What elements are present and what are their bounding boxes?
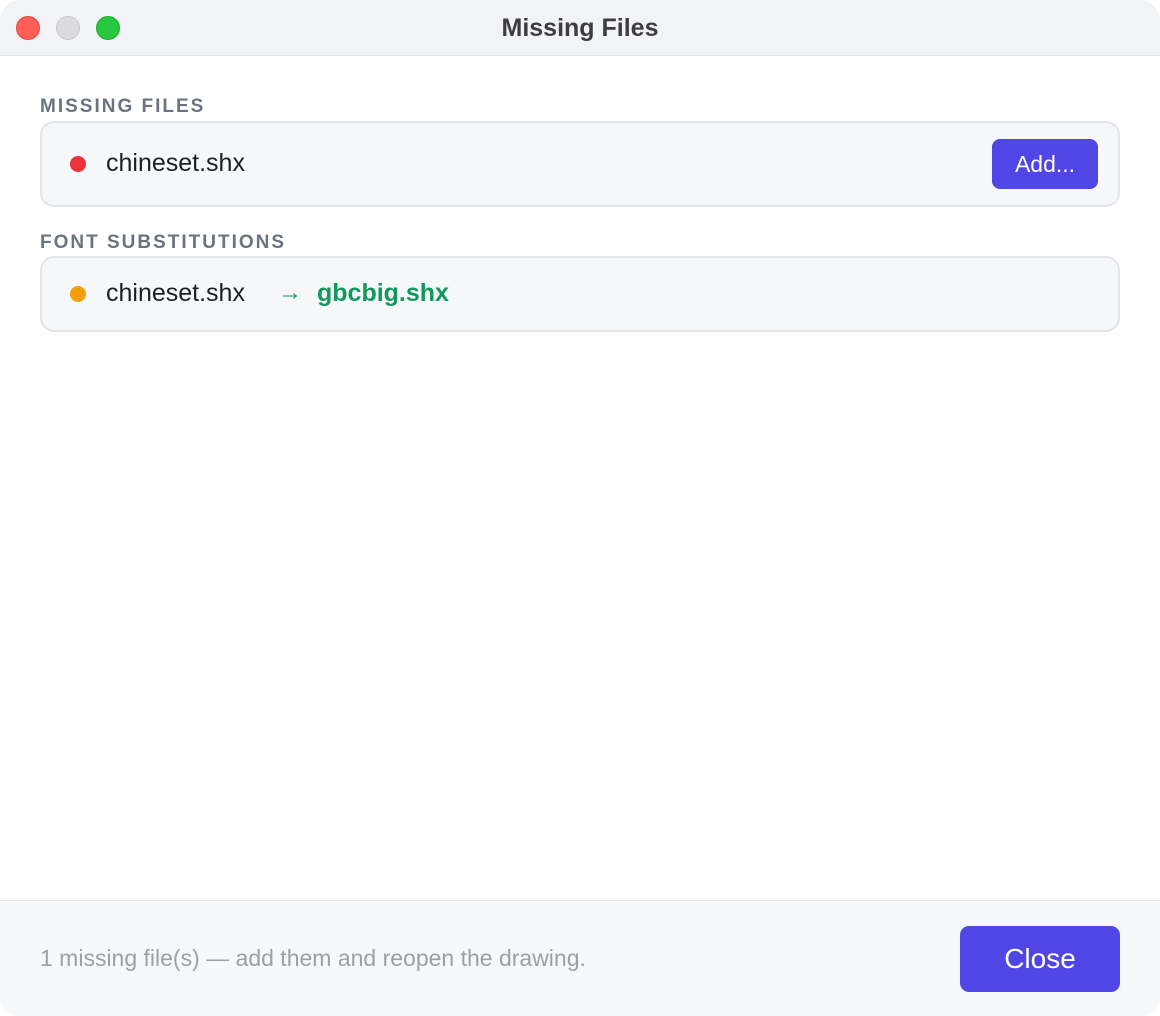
add-file-button[interactable]: Add... [992,139,1098,189]
missing-status-dot-icon [70,156,86,172]
missing-files-dialog: Missing Files MISSING FILES chineset.shx… [0,0,1160,1016]
font-substitution-row: chineset.shx → gbcbig.shx [40,256,1120,332]
missing-files-heading: MISSING FILES [40,96,206,117]
footer-status-text: 1 missing file(s) — add them and reopen … [40,945,586,971]
dialog-footer: 1 missing file(s) — add them and reopen … [0,900,1160,1016]
substitute-font-name: gbcbig.shx [317,279,449,307]
substitution-status-dot-icon [70,286,86,302]
missing-file-name: chineset.shx [106,149,245,177]
original-font-name: chineset.shx [106,279,245,307]
close-button[interactable]: Close [960,926,1120,992]
missing-file-row: chineset.shx Add... [40,121,1120,207]
arrow-right-icon: → [278,279,302,306]
window-title: Missing Files [501,14,659,42]
font-substitutions-heading: FONT SUBSTITUTIONS [40,232,287,253]
title-bar: Missing Files [0,0,1160,56]
